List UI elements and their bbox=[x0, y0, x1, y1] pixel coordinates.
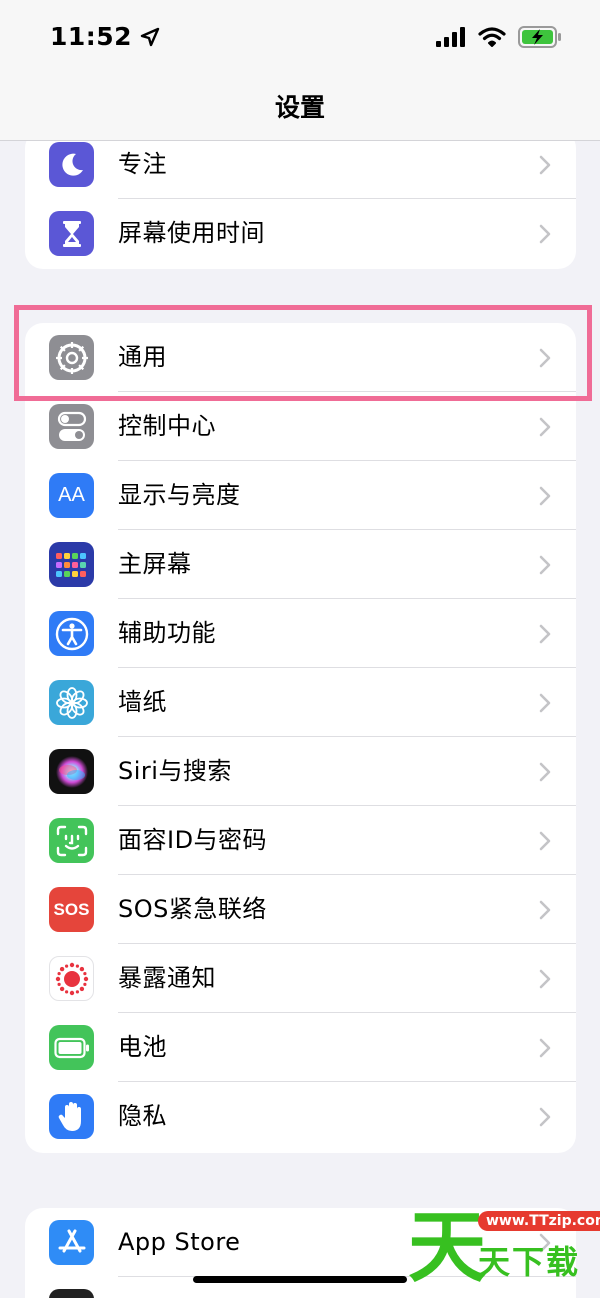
app-store-icon bbox=[49, 1220, 94, 1265]
row-label: App Store bbox=[118, 1228, 241, 1256]
settings-row-control-center[interactable]: 控制中心 bbox=[25, 392, 576, 461]
row-label: 主屏幕 bbox=[118, 550, 192, 578]
face-id-icon bbox=[49, 818, 94, 863]
chevron-right-icon bbox=[539, 555, 551, 575]
exposure-notification-icon bbox=[49, 956, 94, 1001]
settings-row-wallpaper[interactable]: 墙纸 bbox=[25, 668, 576, 737]
row-label: 显示与亮度 bbox=[118, 481, 241, 509]
settings-row-accessibility[interactable]: 辅助功能 bbox=[25, 599, 576, 668]
settings-row-emergency-sos[interactable]: SOS SOS紧急联络 bbox=[25, 875, 576, 944]
app-icon-partial bbox=[49, 1289, 94, 1298]
text-size-glyph: AA bbox=[58, 484, 85, 506]
settings-row-siri-search[interactable]: Siri与搜索 bbox=[25, 737, 576, 806]
row-label: 屏幕使用时间 bbox=[118, 219, 265, 247]
hourglass-icon bbox=[49, 211, 94, 256]
chevron-right-icon bbox=[539, 762, 551, 782]
flower-icon bbox=[49, 680, 94, 725]
battery-charging-icon bbox=[518, 26, 561, 48]
settings-row-exposure-notifications[interactable]: 暴露通知 bbox=[25, 944, 576, 1013]
settings-group-focus: 专注 屏幕使用时间 bbox=[25, 130, 576, 269]
settings-group-main: 通用 控制中心 AA 显示与亮度 主屏幕 辅助功能 墙纸 Siri与搜索 面容I… bbox=[25, 323, 576, 1153]
settings-row-display-brightness[interactable]: AA 显示与亮度 bbox=[25, 461, 576, 530]
sos-glyph: SOS bbox=[53, 899, 90, 919]
text-size-icon: AA bbox=[49, 473, 94, 518]
chevron-right-icon bbox=[539, 900, 551, 920]
siri-orb-icon bbox=[49, 749, 94, 794]
chevron-right-icon bbox=[539, 969, 551, 989]
row-label: 面容ID与密码 bbox=[118, 826, 268, 854]
status-time: 11:52 bbox=[50, 22, 133, 51]
settings-row-battery[interactable]: 电池 bbox=[25, 1013, 576, 1082]
site-watermark: 天 www.TTzip.com 天下载 bbox=[400, 1203, 600, 1298]
status-and-nav-bar: 11:52 设置 bbox=[0, 0, 600, 141]
chevron-right-icon bbox=[539, 624, 551, 644]
status-indicators bbox=[436, 26, 562, 48]
settings-row-home-screen[interactable]: 主屏幕 bbox=[25, 530, 576, 599]
row-label: 隐私 bbox=[118, 1102, 167, 1130]
row-label: 暴露通知 bbox=[118, 964, 216, 992]
chevron-right-icon bbox=[539, 417, 551, 437]
watermark-logo-char: 天 bbox=[408, 1203, 487, 1293]
settings-row-face-id-passcode[interactable]: 面容ID与密码 bbox=[25, 806, 576, 875]
chevron-right-icon bbox=[539, 693, 551, 713]
hand-icon bbox=[49, 1094, 94, 1139]
accessibility-icon bbox=[49, 611, 94, 656]
settings-screen: 11:52 设置 专注 屏幕使用时间 通用 控制中心 AA 显示与亮度 主屏幕 … bbox=[0, 0, 600, 1298]
status-time-group: 11:52 bbox=[50, 22, 160, 51]
settings-row-privacy[interactable]: 隐私 bbox=[25, 1082, 576, 1151]
page-title: 设置 bbox=[274, 93, 325, 122]
row-label: SOS紧急联络 bbox=[118, 895, 267, 923]
row-label: Siri与搜索 bbox=[118, 757, 232, 785]
row-label: 辅助功能 bbox=[118, 619, 216, 647]
watermark-url: www.TTzip.com bbox=[478, 1211, 600, 1231]
row-label: 电池 bbox=[118, 1033, 167, 1061]
row-label: 控制中心 bbox=[118, 412, 216, 440]
cellular-signal-icon bbox=[436, 27, 465, 47]
location-arrow-icon bbox=[140, 27, 160, 46]
chevron-right-icon bbox=[539, 831, 551, 851]
wifi-icon bbox=[478, 27, 506, 47]
chevron-right-icon bbox=[539, 155, 551, 175]
moon-icon bbox=[49, 142, 94, 187]
chevron-right-icon bbox=[539, 486, 551, 506]
home-indicator[interactable] bbox=[193, 1276, 407, 1283]
chevron-right-icon bbox=[539, 224, 551, 244]
battery-icon bbox=[49, 1025, 94, 1070]
watermark-text: 天下载 bbox=[478, 1243, 581, 1281]
sos-icon: SOS bbox=[49, 887, 94, 932]
toggles-icon bbox=[49, 404, 94, 449]
highlight-box bbox=[14, 305, 592, 401]
chevron-right-icon bbox=[539, 1107, 551, 1127]
row-label: 墙纸 bbox=[118, 688, 167, 716]
settings-row-screen-time[interactable]: 屏幕使用时间 bbox=[25, 199, 576, 268]
chevron-right-icon bbox=[539, 1038, 551, 1058]
home-screen-grid-icon bbox=[49, 542, 94, 587]
